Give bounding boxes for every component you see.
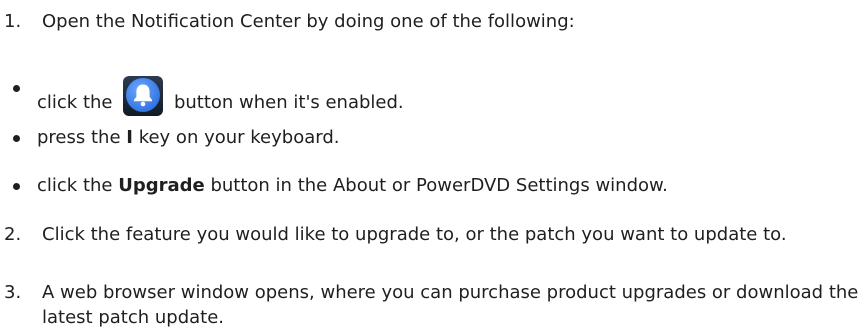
keyboard-key: I <box>126 127 133 148</box>
instructions-document: 1. Open the Notification Center by doing… <box>0 0 867 335</box>
notification-bell-icon <box>122 75 164 117</box>
bullet-text-after: key on your keyboard. <box>138 127 340 148</box>
bullet-text-before: click the <box>37 92 113 113</box>
step-text: A web browser window opens, where you ca… <box>42 282 859 328</box>
bullet-marker <box>13 85 20 92</box>
step-number: 1. <box>4 11 22 32</box>
step-number: 2. <box>4 224 22 245</box>
upgrade-button-name: Upgrade <box>118 175 205 196</box>
bullet-text-after: button when it's enabled. <box>173 92 404 113</box>
bullet-text-after: button in the About or PowerDVD Settings… <box>210 175 668 196</box>
bullet-text-before: press the <box>37 127 121 148</box>
bullet-text-before: click the <box>37 175 113 196</box>
step-text: Open the Notification Center by doing on… <box>42 11 575 32</box>
bullet-marker <box>13 135 20 142</box>
step-text: Click the feature you would like to upgr… <box>42 224 787 245</box>
step-number: 3. <box>4 282 22 303</box>
bullet-marker <box>13 183 20 190</box>
